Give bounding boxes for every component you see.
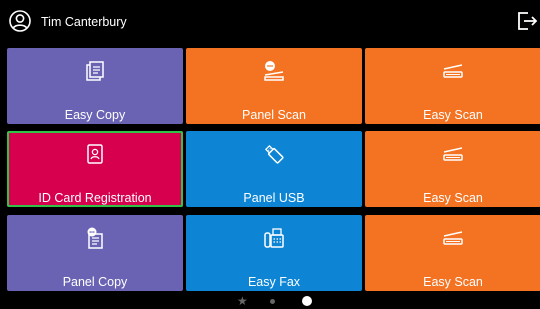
tile-label: Panel Copy — [62, 275, 128, 289]
scanner-icon — [443, 147, 463, 161]
scan-chat-icon — [264, 61, 284, 81]
tile-id-card-registration[interactable]: ID Card Registration — [7, 131, 183, 207]
tile-label: Panel Scan — [242, 108, 306, 122]
tile-easy-scan[interactable]: Easy Scan — [365, 131, 540, 207]
tile-label: Easy Fax — [247, 275, 301, 289]
user-avatar-icon[interactable] — [9, 10, 31, 32]
tile-label: ID Card Registration — [38, 191, 152, 205]
user-name: Tim Canterbury — [41, 15, 127, 29]
id-card-icon — [87, 144, 103, 164]
tile-label: Panel USB — [243, 191, 305, 205]
tile-label: Easy Scan — [423, 275, 483, 289]
tile-easy-fax[interactable]: Easy Fax — [186, 215, 362, 291]
tile-panel-usb[interactable]: Panel USB — [186, 131, 362, 207]
tile-panel-copy[interactable]: Panel Copy — [7, 215, 183, 291]
page-dot[interactable] — [270, 299, 275, 304]
tile-easy-scan[interactable]: Easy Scan — [365, 48, 540, 124]
copy-chat-icon — [87, 227, 103, 249]
tile-easy-copy[interactable]: Easy Copy — [7, 48, 183, 124]
tile-easy-scan[interactable]: Easy Scan — [365, 215, 540, 291]
tile-label: Easy Scan — [423, 191, 483, 205]
favorites-page-star-icon[interactable]: ★ — [237, 294, 248, 308]
scanner-icon — [443, 64, 463, 78]
page-dot-current[interactable] — [302, 296, 312, 306]
usb-icon — [264, 144, 284, 164]
fax-icon — [264, 228, 284, 248]
page-indicator: ★ — [0, 293, 540, 309]
tile-label: Easy Copy — [64, 108, 126, 122]
app-tile-grid: Easy Copy Panel Scan Easy Scan ID Card R… — [0, 48, 540, 293]
scanner-icon — [443, 231, 463, 245]
logout-icon[interactable] — [514, 9, 538, 33]
copy-icon — [86, 61, 104, 81]
top-bar: Tim Canterbury — [0, 0, 540, 44]
tile-label: Easy Scan — [423, 108, 483, 122]
tile-panel-scan[interactable]: Panel Scan — [186, 48, 362, 124]
